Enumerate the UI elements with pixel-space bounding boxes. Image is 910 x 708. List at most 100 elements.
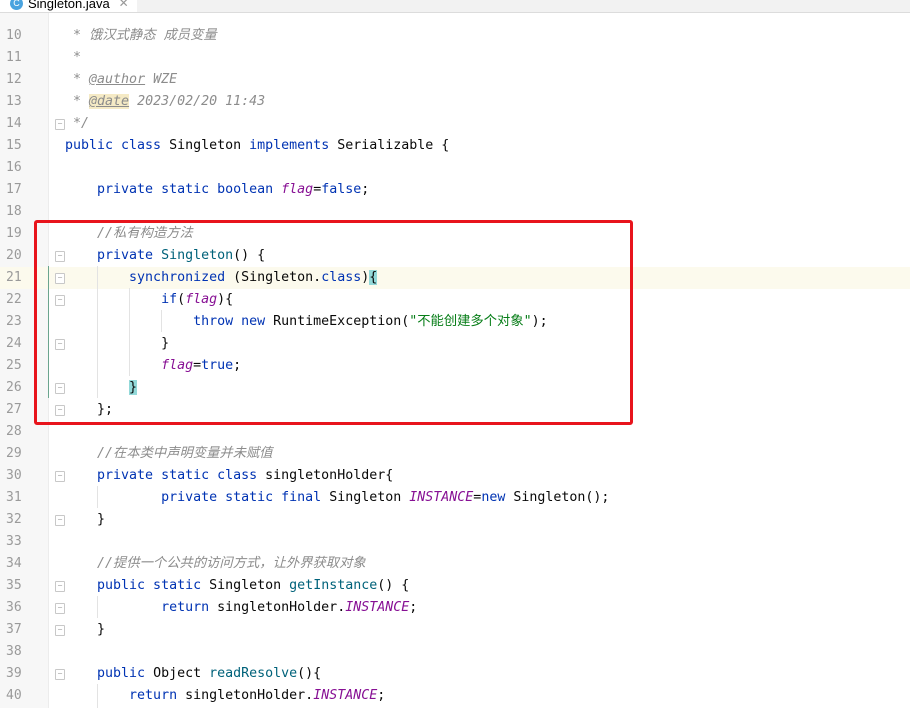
fold-icon[interactable]: −: [55, 119, 65, 130]
code-line[interactable]: 31 private static final Singleton INSTAN…: [0, 487, 910, 509]
code-token: //提供一个公共的访问方式，让外界获取对象: [65, 556, 366, 571]
code-line[interactable]: 39 − public Object readResolve(){: [0, 663, 910, 685]
code-token: @date: [89, 94, 130, 109]
indent-guide: [97, 596, 98, 618]
line-number: 11: [6, 50, 22, 65]
code-line[interactable]: 35 − public static Singleton getInstance(…: [0, 575, 910, 597]
code-token: readResolve: [209, 666, 298, 681]
line-number: 10: [6, 28, 22, 43]
line-number: 36: [6, 600, 22, 615]
code-text: * @date 2023/02/20 11:43: [65, 91, 265, 113]
code-token: ;: [361, 182, 370, 197]
line-number: 19: [6, 226, 22, 241]
close-icon[interactable]: ✕: [119, 0, 129, 10]
code-token: Serializable {: [337, 138, 450, 153]
code-line[interactable]: 36 − return singletonHolder.INSTANCE;: [0, 597, 910, 619]
line-number: 32: [6, 512, 22, 527]
code-line[interactable]: 34 //提供一个公共的访问方式，让外界获取对象: [0, 553, 910, 575]
code-text: public static Singleton getInstance() {: [65, 575, 409, 597]
code-line[interactable]: 32 − }: [0, 509, 910, 531]
code-token: */: [65, 116, 90, 131]
code-token: INSTANCE: [313, 688, 378, 703]
tab-title: Singleton.java: [28, 0, 110, 11]
fold-icon[interactable]: −: [55, 603, 65, 614]
code-line[interactable]: 33: [0, 531, 910, 553]
code-token: singletonHolder.: [185, 688, 314, 703]
fold-icon[interactable]: −: [55, 471, 65, 482]
code-text: */: [65, 113, 89, 135]
line-number: 30: [6, 468, 22, 483]
code-token: Object: [153, 666, 210, 681]
line-number: 31: [6, 490, 22, 505]
line-number: 17: [6, 182, 22, 197]
line-number: 21: [6, 270, 22, 285]
code-line[interactable]: 12 * @author WZE: [0, 69, 910, 91]
code-token: Singleton: [209, 578, 290, 593]
code-token: //在本类中声明变量并未赋值: [65, 446, 273, 461]
code-line[interactable]: 37 − }: [0, 619, 910, 641]
code-token: ;: [409, 600, 418, 615]
code-token: public static: [65, 578, 210, 593]
code-token: getInstance: [289, 578, 378, 593]
code-line[interactable]: 11 *: [0, 47, 910, 69]
code-token: *: [65, 50, 82, 65]
code-token: INSTANCE: [409, 490, 474, 505]
code-token: Singleton();: [513, 490, 610, 505]
fold-icon[interactable]: −: [55, 669, 65, 680]
line-number: 39: [6, 666, 22, 681]
code-line[interactable]: 38: [0, 641, 910, 663]
fold-icon[interactable]: −: [55, 581, 65, 592]
code-token: private static class: [65, 468, 266, 483]
code-line[interactable]: 40 return singletonHolder.INSTANCE;: [0, 685, 910, 707]
code-text: return singletonHolder.INSTANCE;: [65, 685, 385, 707]
fold-icon[interactable]: −: [55, 625, 65, 636]
code-token: 2023/02/20 11:43: [129, 94, 266, 109]
line-number: 27: [6, 402, 22, 417]
code-token: false: [321, 182, 362, 197]
code-token: @author: [89, 72, 146, 87]
code-token: *: [65, 72, 90, 87]
line-number: 37: [6, 622, 22, 637]
code-token: INSTANCE: [345, 600, 410, 615]
code-text: }: [65, 509, 105, 531]
fold-icon[interactable]: −: [55, 515, 65, 526]
line-number: 22: [6, 292, 22, 307]
line-number: 16: [6, 160, 22, 175]
line-number: 23: [6, 314, 22, 329]
code-text: public class Singleton implements Serial…: [65, 135, 449, 157]
indent-guide: [97, 684, 98, 708]
java-class-icon: C: [10, 0, 23, 10]
line-number: 26: [6, 380, 22, 395]
code-line[interactable]: 29 //在本类中声明变量并未赋值: [0, 443, 910, 465]
code-token: *: [65, 94, 90, 109]
code-line[interactable]: 15 public class Singleton implements Seri…: [0, 135, 910, 157]
code-text: public Object readResolve(){: [65, 663, 321, 685]
code-token: return: [65, 600, 218, 615]
code-token: * 饿汉式静态 成员变量: [65, 28, 217, 43]
line-number: 33: [6, 534, 22, 549]
code-line[interactable]: 14 − */: [0, 113, 910, 135]
line-number: 29: [6, 446, 22, 461]
code-token: private static boolean: [65, 182, 282, 197]
code-token: (){: [297, 666, 322, 681]
code-line[interactable]: 16: [0, 157, 910, 179]
code-token: singletonHolder{: [265, 468, 394, 483]
line-number: 14: [6, 116, 22, 131]
code-text: private static boolean flag=false;: [65, 179, 369, 201]
line-number: 24: [6, 336, 22, 351]
line-number: 12: [6, 72, 22, 87]
code-token: public class: [65, 138, 170, 153]
line-number: 34: [6, 556, 22, 571]
code-token: =: [313, 182, 322, 197]
line-number: 38: [6, 644, 22, 659]
code-token: () {: [377, 578, 410, 593]
code-token: private static final: [65, 490, 330, 505]
code-text: //在本类中声明变量并未赋值: [65, 443, 273, 465]
line-number: 20: [6, 248, 22, 263]
tab-singleton-java[interactable]: C Singleton.java ✕: [0, 0, 137, 12]
code-line[interactable]: 13 * @date 2023/02/20 11:43: [0, 91, 910, 113]
code-line[interactable]: 10 * 饿汉式静态 成员变量: [0, 25, 910, 47]
code-line[interactable]: 30 − private static class singletonHolder…: [0, 465, 910, 487]
code-line[interactable]: 17 private static boolean flag=false;: [0, 179, 910, 201]
code-token: singletonHolder.: [217, 600, 346, 615]
